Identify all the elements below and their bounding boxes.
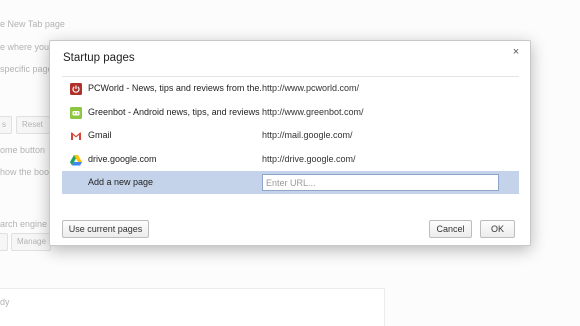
add-new-page-row[interactable]: Add a new page	[62, 171, 519, 194]
google-drive-icon	[70, 154, 82, 165]
startup-pages-dialog: Startup pages × PCWorld - News, tips and…	[49, 40, 531, 246]
greenbot-icon	[70, 106, 82, 119]
list-item[interactable]: Gmail http://mail.google.com/	[62, 124, 519, 148]
gmail-icon	[71, 132, 81, 140]
pcworld-power-icon	[70, 83, 82, 95]
page-url: http://mail.google.com/	[262, 130, 353, 140]
list-item[interactable]: Greenbot - Android news, tips, and revie…	[62, 101, 519, 125]
page-title: Greenbot - Android news, tips, and revie…	[88, 106, 260, 117]
ok-button[interactable]: OK	[480, 220, 515, 238]
page-url: http://drive.google.com/	[262, 153, 356, 164]
cancel-button[interactable]: Cancel	[429, 220, 472, 238]
new-page-url-input[interactable]	[262, 174, 499, 191]
page-url: http://www.pcworld.com/	[262, 83, 360, 93]
list-item[interactable]: drive.google.com http://drive.google.com…	[62, 148, 519, 172]
dialog-title: Startup pages	[63, 52, 135, 64]
page-url: http://www.greenbot.com/	[262, 106, 364, 117]
use-current-pages-button[interactable]: Use current pages	[62, 220, 149, 238]
startup-pages-list: PCWorld - News, tips and reviews from th…	[62, 76, 519, 194]
close-icon[interactable]: ×	[510, 46, 522, 58]
page-title: PCWorld - News, tips and reviews from th…	[88, 83, 261, 93]
list-item[interactable]: PCWorld - News, tips and reviews from th…	[62, 77, 519, 101]
page-title: Gmail	[88, 130, 112, 140]
add-new-page-label: Add a new page	[88, 177, 154, 187]
page-title: drive.google.com	[88, 153, 157, 164]
